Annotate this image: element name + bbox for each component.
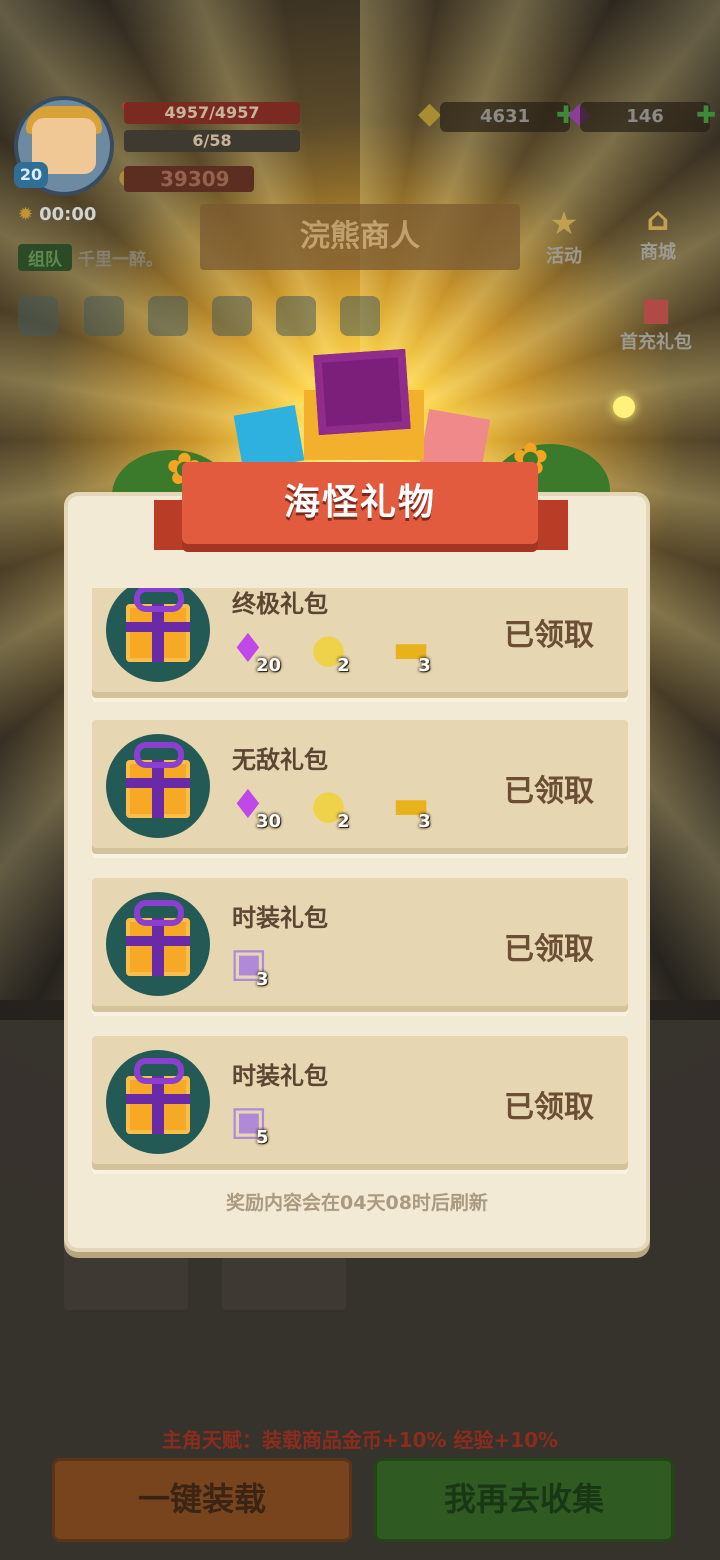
friends-icon[interactable] xyxy=(148,296,188,336)
reward-count: 3 xyxy=(418,655,431,676)
reward-count: 3 xyxy=(256,969,269,990)
store-icon: ⌂ xyxy=(646,200,670,238)
activity-icon: ★ xyxy=(549,204,579,242)
gift-list-item[interactable]: 时装礼包 ▣ 3 已领取 xyxy=(92,878,628,1012)
hp-bar: 4957/4957 xyxy=(124,102,300,124)
gift-ribbon xyxy=(126,936,190,946)
talent-text: 主角天赋：装载商品金币+10% 经验+10% xyxy=(161,1428,559,1452)
bag-icon[interactable] xyxy=(340,296,380,336)
add-gem-icon[interactable]: ✚ xyxy=(696,100,716,130)
coin-counter[interactable]: 4631 ✚ xyxy=(440,101,576,132)
reward-list: ♦ 20 ● 2 ▬ 3 xyxy=(230,626,468,676)
item-slot[interactable] xyxy=(222,1240,346,1310)
reward-count: 2 xyxy=(337,655,350,676)
gift-ribbon xyxy=(126,778,190,788)
mail-icon[interactable] xyxy=(84,296,124,336)
reward-ticket: ▬ 3 xyxy=(392,626,454,676)
achievement-icon[interactable] xyxy=(276,296,316,336)
reward-potion: ● 2 xyxy=(311,782,373,832)
reward-gem: ♦ 20 xyxy=(230,626,292,676)
reward-count: 30 xyxy=(256,811,282,832)
gift-bow-icon xyxy=(134,900,184,926)
coin-amount: 4631 xyxy=(479,106,531,127)
team-name: 千里一醉。 xyxy=(78,250,163,270)
gift-bow-icon xyxy=(134,1058,184,1084)
gift-ribbon xyxy=(152,918,164,976)
reward-ticket: ▬ 3 xyxy=(392,782,454,832)
reward-count: 5 xyxy=(256,1127,269,1148)
gift-name: 终极礼包 xyxy=(232,590,328,618)
first-charge-button[interactable]: ■ 首充礼包 xyxy=(620,290,692,354)
claimed-status: 已领取 xyxy=(504,774,594,809)
gift-ribbon xyxy=(126,1094,190,1104)
refresh-note: 奖励内容会在04天08时后刷新 xyxy=(226,1192,488,1214)
reward-count: 2 xyxy=(337,811,350,832)
reward-count: 20 xyxy=(256,655,282,676)
gift-list-item[interactable]: 时装礼包 ▣ 5 已领取 xyxy=(92,1036,628,1170)
timer: ✹ 00:00 xyxy=(18,204,96,225)
level-badge: 20 xyxy=(14,162,48,188)
reward-list: ▣ 5 xyxy=(230,1098,306,1148)
gift-list-item[interactable]: 终极礼包 ♦ 20 ● 2 ▬ 3 已领取 xyxy=(92,588,628,698)
claimed-status: 已领取 xyxy=(504,932,594,967)
timer-text: 00:00 xyxy=(39,204,97,225)
purple-gift-icon xyxy=(313,348,411,436)
gift-ribbon xyxy=(152,604,164,662)
reward-costume: ▣ 5 xyxy=(230,1098,292,1148)
gift-bow-icon xyxy=(134,588,184,612)
gift-list-item[interactable]: 无敌礼包 ♦ 30 ● 2 ▬ 3 已领取 xyxy=(92,720,628,854)
activity-label: 活动 xyxy=(546,246,582,267)
reward-list: ▣ 3 xyxy=(230,940,306,990)
xp-bar: 6/58 xyxy=(124,130,300,152)
gift-bow-icon xyxy=(134,742,184,768)
gift-name: 时装礼包 xyxy=(232,1062,328,1090)
gift-ribbon xyxy=(152,1076,164,1134)
settings-icon[interactable] xyxy=(18,296,58,336)
gift-list[interactable]: 终极礼包 ♦ 20 ● 2 ▬ 3 已领取 无敌礼包 ♦ 30 ● 2 ▬ 3 已领取 时装… xyxy=(92,588,628,1178)
reward-costume: ▣ 3 xyxy=(230,940,292,990)
gem-counter[interactable]: 146 ✚ xyxy=(580,101,716,132)
activity-button[interactable]: ★ 活动 xyxy=(546,204,582,268)
modal-title: 海怪礼物 xyxy=(283,482,436,523)
reward-potion: ● 2 xyxy=(311,626,373,676)
shop-label: 商城 xyxy=(640,242,676,263)
gift-name: 无敌礼包 xyxy=(232,746,328,774)
gold-amount: 39309 xyxy=(124,166,254,192)
reward-list: ♦ 30 ● 2 ▬ 3 xyxy=(230,782,468,832)
notification-dot xyxy=(613,396,635,418)
merchant-title: 浣熊商人 xyxy=(200,204,520,270)
claimed-status: 已领取 xyxy=(504,1090,594,1125)
gift-icon: ■ xyxy=(640,290,672,328)
gift-ribbon xyxy=(126,622,190,632)
one-click-load-button[interactable]: 一键装载 xyxy=(52,1458,352,1542)
shop-button[interactable]: ⌂ 商城 xyxy=(640,200,676,264)
team-row[interactable]: 组队 千里一醉。 xyxy=(18,244,163,271)
collect-more-button[interactable]: 我再去收集 xyxy=(374,1458,674,1542)
reward-gem: ♦ 30 xyxy=(230,782,292,832)
chat-icon[interactable] xyxy=(212,296,252,336)
gift-ribbon xyxy=(152,760,164,818)
team-tag[interactable]: 组队 xyxy=(18,244,72,271)
item-slot[interactable] xyxy=(64,1240,188,1310)
gift-name: 时装礼包 xyxy=(232,904,328,932)
claimed-status: 已领取 xyxy=(504,618,594,653)
first-charge-label: 首充礼包 xyxy=(620,332,692,353)
coin-icon: ◆ xyxy=(418,96,442,131)
gem-amount: 146 xyxy=(626,106,664,127)
reward-count: 3 xyxy=(418,811,431,832)
clock-icon: ✹ xyxy=(18,204,34,225)
